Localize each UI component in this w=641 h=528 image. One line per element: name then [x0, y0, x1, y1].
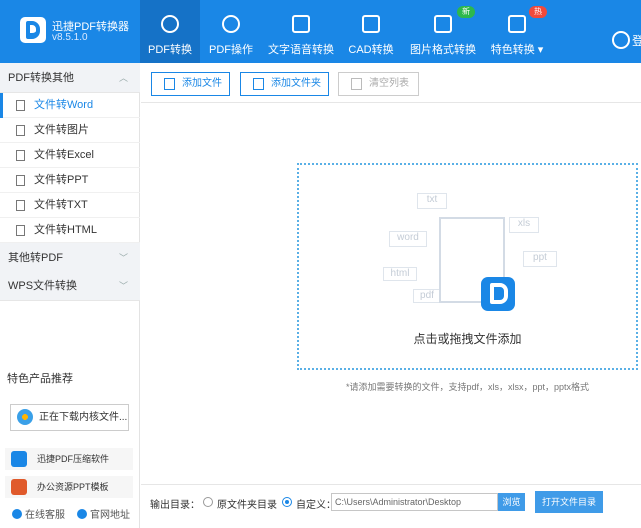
button-label: 添加文件 [182, 78, 222, 89]
add-file-icon [164, 78, 175, 90]
trash-icon [351, 78, 362, 90]
chevron-down-icon: ﹀ [118, 281, 128, 291]
sidebar-item-to-ppt[interactable]: 文件转PPT [0, 168, 140, 193]
sidebar-item-to-word[interactable]: 文件转Word [0, 93, 140, 118]
login-link[interactable]: 登 [632, 32, 641, 49]
image-file-icon [16, 125, 25, 136]
radio-custom-folder[interactable] [282, 497, 292, 507]
word-file-icon [16, 100, 25, 111]
tab-label: 文字语音转换 [268, 44, 334, 56]
link-label: 在线客服 [25, 510, 65, 521]
convert-icon [161, 15, 179, 33]
sidebar-item-to-txt[interactable]: 文件转TXT [0, 193, 140, 218]
clear-list-button[interactable]: 清空列表 [338, 72, 419, 96]
recommend-ppt-templates[interactable]: 办公资源PPT模板 [5, 476, 133, 498]
sidebar-item-to-image[interactable]: 文件转图片 [0, 118, 140, 143]
ppt-app-icon [11, 479, 27, 495]
button-label: 清空列表 [369, 78, 409, 89]
sidebar-item-to-excel[interactable]: 文件转Excel [0, 143, 140, 168]
recommend-label: 办公资源PPT模板 [37, 482, 109, 492]
open-folder-button[interactable]: 打开文件目录 [535, 491, 603, 513]
ppt-file-icon [16, 175, 25, 186]
app-version: v8.5.1.0 [52, 32, 88, 43]
section-label: 其他转PDF [8, 252, 63, 264]
radio-custom-label: 自定义： [296, 500, 336, 511]
user-icon[interactable] [612, 31, 630, 49]
format-tag: xls [509, 217, 539, 233]
sidebar-item-label: 文件转PPT [34, 174, 89, 186]
sidebar-item-label: 文件转HTML [34, 224, 97, 236]
sidebar-item-to-html[interactable]: 文件转HTML [0, 218, 140, 243]
recommend-title: 特色产品推荐 [7, 373, 73, 385]
sidebar-item-label: 文件转Word [34, 99, 94, 111]
radio-original-folder[interactable] [203, 497, 213, 507]
chevron-up-icon: ︿ [118, 73, 128, 83]
tab-text-speech[interactable]: 文字语音转换 [266, 0, 336, 63]
sidebar-item-label: 文件转Excel [34, 149, 94, 161]
tab-label: PDF操作 [209, 44, 253, 56]
tab-label: 图片格式转换 [410, 44, 476, 56]
drop-instruction: 点击或拖拽文件添加 [413, 332, 522, 346]
recommend-label: 迅捷PDF压缩软件 [37, 454, 110, 464]
html-file-icon [16, 225, 25, 236]
tab-label: 特色转换 ▾ [490, 44, 544, 56]
format-tag: pdf [413, 289, 441, 303]
sidebar-item-label: 文件转TXT [34, 199, 88, 211]
pdf-logo-icon [481, 277, 515, 311]
cad-icon [362, 15, 380, 33]
file-drop-zone[interactable]: txt xls word ppt html pdf 点击或拖拽文件添加 [297, 163, 638, 370]
txt-file-icon [16, 200, 25, 211]
link-label: 官网地址 [90, 510, 130, 521]
format-hint: *请添加需要转换的文件，支持pdf，xls，xlsx，ppt，pptx格式 [345, 382, 590, 392]
output-path-input[interactable] [331, 493, 498, 511]
hot-badge: 热 [529, 6, 547, 18]
online-service-link[interactable]: 在线客服 [12, 506, 65, 521]
tab-pdf-ops[interactable]: PDF操作 [203, 0, 259, 63]
format-tag: txt [417, 193, 447, 209]
download-text: 正在下载内核文件... [39, 412, 128, 423]
output-bar: 输出目录： 原文件夹目录 自定义： 浏览 打开文件目录 [141, 484, 641, 528]
radio-original-label: 原文件夹目录 [217, 500, 277, 511]
ie-icon [77, 509, 87, 519]
add-folder-icon [253, 78, 264, 90]
recommend-pdf-compress[interactable]: 迅捷PDF压缩软件 [5, 448, 133, 470]
compress-app-icon [11, 451, 27, 467]
audio-wave-icon [292, 15, 310, 33]
app-logo-icon [20, 17, 46, 43]
website-link[interactable]: 官网地址 [77, 506, 130, 521]
gear-icon [222, 15, 240, 33]
fan-icon [17, 409, 33, 425]
top-bar: 迅捷PDF转换器 v8.5.1.0 PDF转换 PDF操作 文字语音转换 CAD… [0, 0, 641, 63]
tab-label: CAD转换 [348, 44, 394, 56]
image-icon [434, 15, 452, 33]
format-tag: html [383, 267, 417, 281]
section-pdf-to-other[interactable]: PDF转换其他 ︿ [0, 63, 140, 93]
chevron-down-icon: ﹀ [118, 253, 128, 263]
headset-icon [12, 509, 22, 519]
special-icon [508, 15, 526, 33]
new-badge: 新 [457, 6, 475, 18]
tab-label: PDF转换 [148, 44, 192, 56]
tab-cad-convert[interactable]: CAD转换 [345, 0, 397, 63]
browse-button[interactable]: 浏览 [498, 493, 525, 511]
output-label: 输出目录： [150, 500, 200, 511]
format-tag: word [389, 231, 427, 247]
format-tag: ppt [523, 251, 557, 267]
tab-pdf-convert[interactable]: PDF转换 [140, 0, 200, 63]
section-label: PDF转换其他 [8, 72, 74, 84]
add-file-button[interactable]: 添加文件 [151, 72, 230, 96]
toolbar: 添加文件 添加文件夹 清空列表 [141, 63, 641, 103]
section-label: WPS文件转换 [8, 280, 78, 292]
sidebar-item-label: 文件转图片 [34, 124, 89, 136]
section-other-to-pdf[interactable]: 其他转PDF ﹀ [0, 243, 140, 273]
excel-file-icon [16, 150, 25, 161]
button-label: 添加文件夹 [271, 78, 321, 89]
download-status: 正在下载内核文件... [10, 404, 129, 431]
section-wps-convert[interactable]: WPS文件转换 ﹀ [0, 271, 140, 301]
add-folder-button[interactable]: 添加文件夹 [240, 72, 329, 96]
